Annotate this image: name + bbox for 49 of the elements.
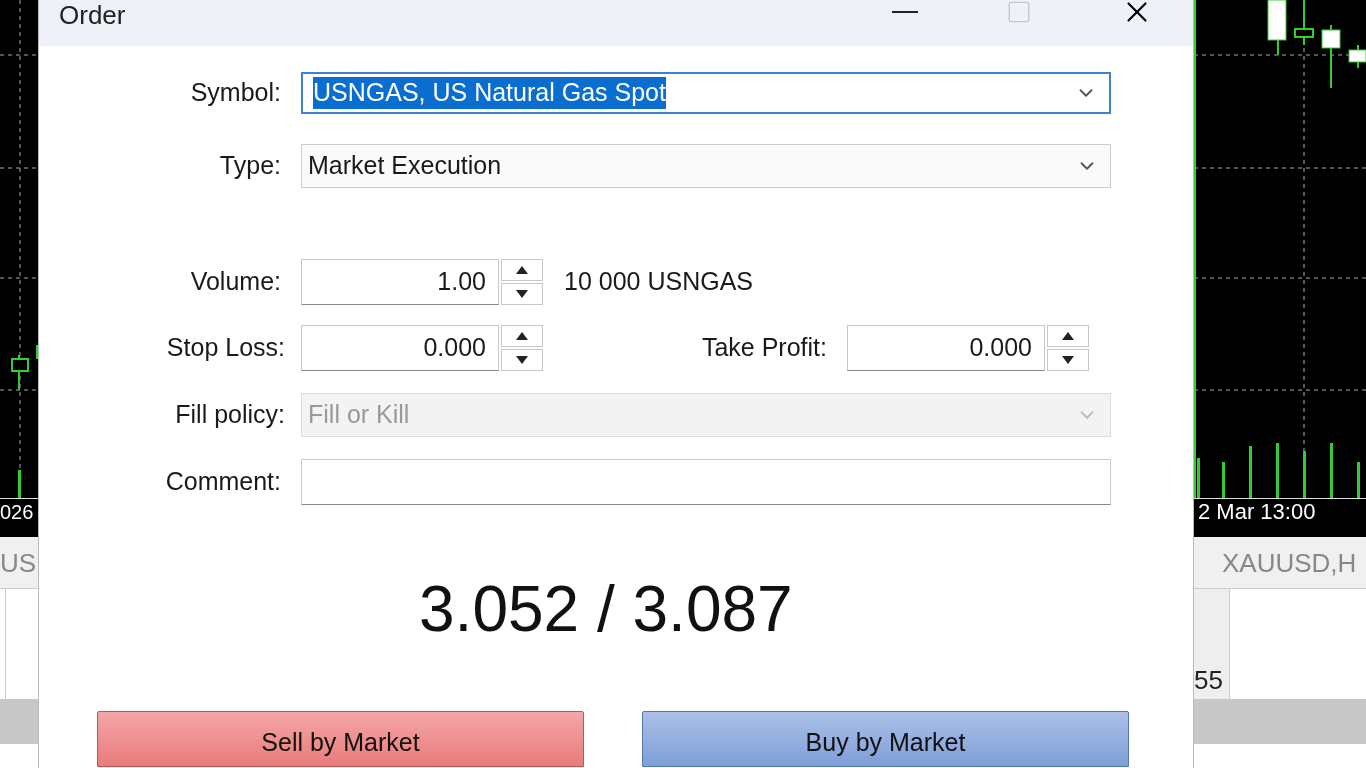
type-dropdown[interactable]: Market Execution <box>301 144 1111 188</box>
volume-bar <box>1303 451 1306 498</box>
volume-bar <box>1357 462 1360 498</box>
bid-ask-price: 3.052 / 3.087 <box>419 577 793 641</box>
decrement-button[interactable] <box>501 283 543 305</box>
field-label: Take Profit: <box>701 332 827 364</box>
selected-text: USNGAS, US Natural Gas Spot <box>313 77 666 109</box>
number-field[interactable]: 0.000 <box>847 325 1045 371</box>
field-label: Type: <box>219 150 281 182</box>
down-triangle-icon <box>516 356 528 364</box>
volume-bar <box>1222 462 1225 498</box>
time-label: 2 Mar 13:00 <box>1198 501 1316 523</box>
volume-bar <box>1197 458 1200 498</box>
number-field[interactable]: 1.00 <box>301 259 499 305</box>
up-triangle-icon <box>516 332 528 340</box>
decrement-button[interactable] <box>1047 349 1089 371</box>
field-label: Stop Loss: <box>166 332 285 364</box>
volume-units: 10 000 USNGAS <box>564 266 753 298</box>
window-title: Order <box>59 2 126 28</box>
comment-field[interactable] <box>301 459 1111 505</box>
field-label: Fill policy: <box>175 399 285 431</box>
decrement-button[interactable] <box>501 349 543 371</box>
down-triangle-icon <box>1062 356 1074 364</box>
toolbar <box>0 699 38 744</box>
number-field[interactable]: 0.000 <box>301 325 499 371</box>
sell-button[interactable]: Sell by Market <box>97 711 584 767</box>
up-triangle-icon <box>1062 332 1074 340</box>
volume-bar <box>1249 446 1252 498</box>
symbol-dropdown[interactable]: USNGAS, US Natural Gas Spot <box>301 72 1111 114</box>
volume-bar <box>1330 443 1333 498</box>
candle <box>1348 44 1366 69</box>
increment-button[interactable] <box>501 259 543 281</box>
candle <box>1267 0 1287 56</box>
minimize-icon <box>892 11 918 13</box>
volume-bar <box>18 470 21 498</box>
maximize-icon <box>1006 0 1032 25</box>
volume-bar <box>1276 443 1279 498</box>
increment-button[interactable] <box>501 325 543 347</box>
increment-button[interactable] <box>1047 325 1089 347</box>
field-label: Symbol: <box>190 77 281 109</box>
candle <box>11 354 29 391</box>
buy-button[interactable]: Buy by Market <box>642 711 1129 767</box>
field-label: Volume: <box>190 266 281 298</box>
time-label: 026 <box>0 502 34 522</box>
up-triangle-icon <box>516 266 528 274</box>
table-cell: 55 <box>1194 667 1223 693</box>
down-triangle-icon <box>516 290 528 298</box>
candle <box>1321 24 1341 89</box>
field-label: Comment: <box>165 466 281 498</box>
